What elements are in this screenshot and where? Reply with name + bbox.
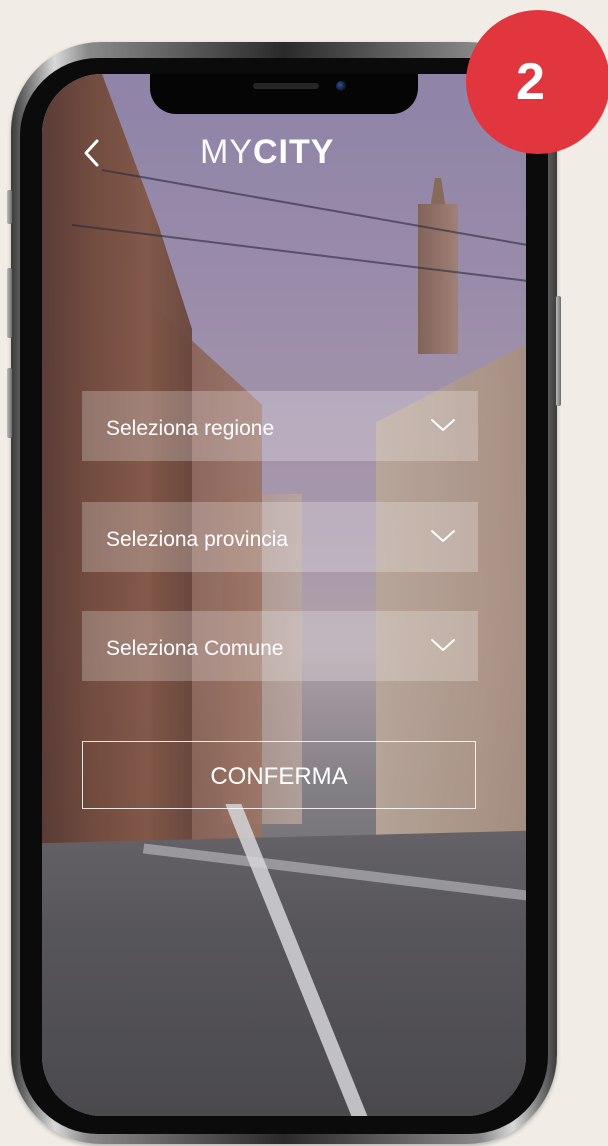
phone-camera [336, 81, 346, 91]
chevron-down-icon [431, 419, 455, 431]
region-select[interactable]: Seleziona regione [82, 391, 478, 461]
canvas: MYCITY Seleziona regione Seleziona provi… [0, 0, 608, 1146]
background-overlay [42, 74, 526, 1116]
app-logo-my: MY [200, 133, 253, 171]
phone-side-button [7, 190, 12, 224]
app-logo: MYCITY [200, 132, 360, 172]
region-select-label: Seleziona regione [106, 417, 275, 440]
app-screen [42, 74, 526, 1116]
app-logo-city: CITY [253, 133, 335, 171]
comune-select[interactable]: Seleziona Comune [82, 611, 478, 681]
phone-notch [150, 74, 418, 114]
back-button[interactable] [80, 136, 104, 170]
step-number-badge: 2 [466, 10, 608, 154]
province-select[interactable]: Seleziona provincia [82, 502, 478, 572]
chevron-left-icon [84, 139, 99, 167]
phone-side-button [7, 268, 12, 338]
phone-speaker [253, 83, 319, 89]
phone-side-button [556, 296, 561, 406]
comune-select-label: Seleziona Comune [106, 637, 284, 660]
phone-side-button [7, 368, 12, 438]
chevron-down-icon [431, 530, 455, 542]
confirm-button[interactable]: CONFERMA [82, 741, 476, 809]
chevron-down-icon [431, 639, 455, 651]
province-select-label: Seleziona provincia [106, 528, 289, 551]
